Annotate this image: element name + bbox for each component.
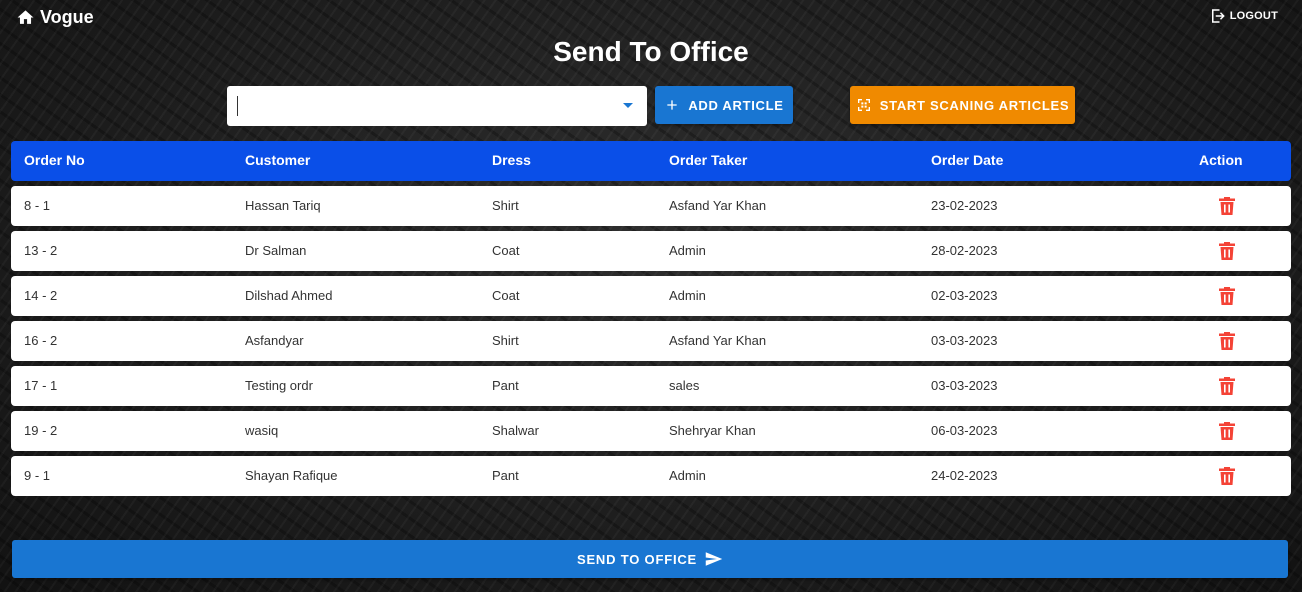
- trash-icon[interactable]: [1219, 422, 1235, 440]
- table-row: 9 - 1 Shayan Rafique Pant Admin 24-02-20…: [11, 456, 1291, 496]
- trash-icon[interactable]: [1219, 377, 1235, 395]
- column-header-order-taker: Order Taker: [669, 152, 748, 168]
- home-icon: [17, 10, 34, 24]
- customer-cell: wasiq: [245, 423, 279, 438]
- dress-cell: Pant: [492, 468, 519, 483]
- customer-cell: Dilshad Ahmed: [245, 288, 333, 303]
- order-no-cell: 17 - 1: [24, 378, 58, 393]
- trash-icon[interactable]: [1219, 332, 1235, 350]
- customer-cell: Asfandyar: [245, 333, 304, 348]
- table-row: 8 - 1 Hassan Tariq Shirt Asfand Yar Khan…: [11, 186, 1291, 226]
- order-taker-cell: Admin: [669, 288, 706, 303]
- logout-icon: [1211, 9, 1225, 23]
- brand-name: Vogue: [40, 7, 94, 27]
- order-taker-cell: Asfand Yar Khan: [669, 333, 767, 348]
- order-no-cell: 8 - 1: [24, 198, 51, 213]
- add-article-button[interactable]: ADD ARTICLE: [655, 86, 793, 124]
- order-taker-cell: sales: [669, 378, 700, 393]
- order-no-cell: 16 - 2: [24, 333, 58, 348]
- order-date-cell: 03-03-2023: [931, 333, 998, 348]
- add-article-label: ADD ARTICLE: [688, 97, 784, 113]
- order-date-cell: 24-02-2023: [931, 468, 998, 483]
- dress-cell: Shirt: [492, 333, 519, 348]
- order-taker-cell: Asfand Yar Khan: [669, 198, 767, 213]
- dress-cell: Pant: [492, 378, 519, 393]
- customer-cell: Hassan Tariq: [245, 198, 321, 213]
- column-header-customer: Customer: [245, 152, 311, 168]
- trash-icon[interactable]: [1219, 197, 1235, 215]
- chevron-down-icon[interactable]: [623, 103, 633, 108]
- table-row: 14 - 2 Dilshad Ahmed Coat Admin 02-03-20…: [11, 276, 1291, 316]
- table-row: 17 - 1 Testing ordr Pant sales 03-03-202…: [11, 366, 1291, 406]
- table-row: 19 - 2 wasiq Shalwar Shehryar Khan 06-03…: [11, 411, 1291, 451]
- table-header: Order No Customer Dress Order Taker Orde…: [11, 141, 1291, 181]
- column-header-order-no: Order No: [24, 152, 85, 168]
- order-date-cell: 02-03-2023: [931, 288, 998, 303]
- column-header-order-date: Order Date: [931, 152, 1004, 168]
- trash-icon[interactable]: [1219, 287, 1235, 305]
- order-no-cell: 9 - 1: [24, 468, 51, 483]
- table-row: 13 - 2 Dr Salman Coat Admin 28-02-2023: [11, 231, 1291, 271]
- dress-cell: Coat: [492, 288, 520, 303]
- start-scanning-label: START SCANING ARTICLES: [879, 97, 1070, 113]
- page-title: Send To Office: [553, 36, 749, 67]
- start-scanning-button[interactable]: START SCANING ARTICLES: [850, 86, 1075, 124]
- logout-button[interactable]: LOGOUT: [1209, 7, 1278, 25]
- order-no-cell: 19 - 2: [24, 423, 58, 438]
- plus-icon: [667, 100, 677, 110]
- column-header-dress: Dress: [492, 152, 531, 168]
- send-to-office-button[interactable]: SEND TO OFFICE: [12, 540, 1288, 578]
- order-date-cell: 23-02-2023: [931, 198, 998, 213]
- order-taker-cell: Shehryar Khan: [669, 423, 756, 438]
- column-header-action: Action: [1199, 152, 1243, 168]
- send-icon: [705, 552, 723, 566]
- text-cursor: [237, 96, 238, 116]
- table-row: 16 - 2 Asfandyar Shirt Asfand Yar Khan 0…: [11, 321, 1291, 361]
- customer-cell: Dr Salman: [245, 243, 307, 258]
- send-to-office-label: SEND TO OFFICE: [576, 551, 698, 567]
- dress-cell: Shalwar: [492, 423, 539, 438]
- order-taker-cell: Admin: [669, 468, 706, 483]
- order-date-cell: 28-02-2023: [931, 243, 998, 258]
- brand-home-link[interactable]: Vogue: [16, 7, 94, 28]
- scan-icon: [857, 99, 870, 111]
- logout-label: LOGOUT: [1229, 10, 1278, 22]
- order-taker-cell: Admin: [669, 243, 706, 258]
- order-date-cell: 03-03-2023: [931, 378, 998, 393]
- dress-cell: Coat: [492, 243, 520, 258]
- dress-cell: Shirt: [492, 198, 519, 213]
- order-date-cell: 06-03-2023: [931, 423, 998, 438]
- customer-cell: Testing ordr: [245, 378, 313, 393]
- trash-icon[interactable]: [1219, 467, 1235, 485]
- order-no-cell: 14 - 2: [24, 288, 58, 303]
- trash-icon[interactable]: [1219, 242, 1235, 260]
- order-no-cell: 13 - 2: [24, 243, 58, 258]
- customer-cell: Shayan Rafique: [245, 468, 338, 483]
- article-select[interactable]: [227, 86, 647, 126]
